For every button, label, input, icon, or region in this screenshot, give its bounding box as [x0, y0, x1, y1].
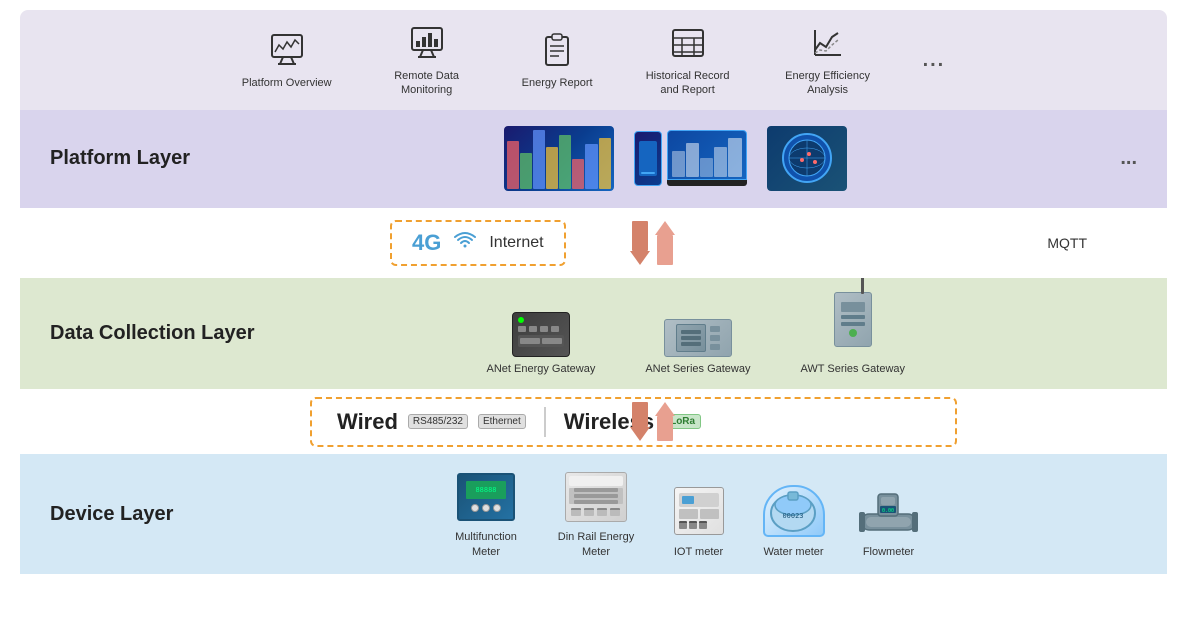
awt-series-label: AWT Series Gateway	[800, 363, 905, 375]
flowmeter: 0.00 Flowmeter	[856, 484, 921, 559]
app-item-energy-report: Energy Report	[522, 30, 593, 90]
wired-label: Wired	[337, 409, 398, 435]
rs485-badge: RS485/232	[408, 414, 468, 429]
data-collection-title: Data Collection Layer	[50, 322, 255, 345]
table-icon	[668, 23, 708, 63]
separator	[544, 407, 546, 437]
mqtt-label: MQTT	[1047, 235, 1087, 251]
energy-efficiency-label: Energy Efficiency Analysis	[783, 69, 873, 98]
multifunction-meter-icon: 88888	[454, 469, 519, 524]
platform-layer-title: Platform Layer	[50, 147, 230, 170]
device-items: 88888 Multifunction Meter	[230, 469, 1137, 559]
iot-meter-label: IOT meter	[674, 545, 723, 559]
anet-energy-icon	[512, 312, 570, 357]
internet-comm-box: 4G Internet	[390, 220, 566, 266]
anet-series-label: ANet Series Gateway	[645, 363, 750, 375]
awt-series-icon	[834, 292, 872, 357]
device-layer: Device Layer 88888 Mu	[20, 454, 1167, 574]
iot-meter-icon	[666, 484, 731, 539]
comm-arrows	[630, 221, 675, 265]
flowmeter-label: Flowmeter	[863, 545, 914, 559]
svg-text:00023: 00023	[782, 512, 803, 520]
din-rail-meter: Din Rail Energy Meter	[556, 469, 636, 559]
clipboard-icon	[537, 30, 577, 70]
platform-overview-label: Platform Overview	[242, 76, 332, 90]
chart-icon	[407, 23, 447, 63]
line-chart-icon	[808, 23, 848, 63]
flowmeter-icon: 0.00	[856, 484, 921, 539]
monitor-icon	[267, 30, 307, 70]
energy-report-label: Energy Report	[522, 76, 593, 90]
wire-arrow-down	[630, 402, 650, 441]
water-meter: 00023 Water meter	[761, 484, 826, 559]
anet-energy-label: ANet Energy Gateway	[486, 363, 595, 375]
map-screen	[767, 126, 847, 191]
water-meter-icon: 00023	[761, 484, 826, 539]
4g-label: 4G	[412, 230, 441, 256]
iot-meter: IOT meter	[666, 484, 731, 559]
internet-label: Internet	[489, 234, 543, 252]
data-collection-layer: Data Collection Layer	[20, 278, 1167, 389]
gateway-items: ANet Energy Gateway ANet Serie	[255, 292, 1137, 375]
ethernet-badge: Ethernet	[478, 414, 526, 429]
device-layer-title: Device Layer	[50, 503, 230, 526]
app-layer: Platform Overview Remote Data Monitoring	[20, 10, 1167, 110]
svg-text:0.00: 0.00	[882, 508, 894, 514]
anet-series-gateway: ANet Series Gateway	[645, 319, 750, 375]
app-item-platform-overview: Platform Overview	[242, 30, 332, 90]
app-item-historical-record: Historical Record and Report	[643, 23, 733, 98]
signal-icon	[453, 230, 477, 256]
awt-series-gateway: AWT Series Gateway	[800, 292, 905, 375]
wire-arrow-up	[655, 402, 675, 441]
arrow-down	[630, 221, 650, 265]
app-item-energy-efficiency: Energy Efficiency Analysis	[783, 23, 873, 98]
multifunction-meter: 88888 Multifunction Meter	[446, 469, 526, 559]
din-rail-label: Din Rail Energy Meter	[556, 530, 636, 559]
diagram-container: Platform Overview Remote Data Monitoring	[0, 0, 1187, 621]
wire-row: Wired RS485/232 Ethernet Wireless LoRa	[20, 389, 1167, 454]
anet-series-icon	[664, 319, 732, 357]
app-item-remote-monitoring: Remote Data Monitoring	[382, 23, 472, 98]
water-meter-label: Water meter	[763, 545, 823, 559]
historical-record-label: Historical Record and Report	[643, 69, 733, 98]
platform-layer: Platform Layer	[20, 108, 1167, 208]
arrow-up	[655, 221, 675, 265]
platform-screens	[230, 126, 1120, 191]
remote-monitoring-label: Remote Data Monitoring	[382, 69, 472, 98]
platform-layer-more: ...	[1120, 147, 1137, 170]
comm-row: 4G Internet MQTT	[20, 208, 1167, 278]
wire-arrows	[630, 402, 675, 441]
dashboard-screen	[504, 126, 614, 191]
phone-laptop-group	[634, 130, 747, 186]
multifunction-meter-label: Multifunction Meter	[446, 530, 526, 559]
din-rail-meter-icon	[564, 469, 629, 524]
app-layer-more: ...	[923, 49, 946, 72]
anet-energy-gateway: ANet Energy Gateway	[486, 312, 595, 375]
